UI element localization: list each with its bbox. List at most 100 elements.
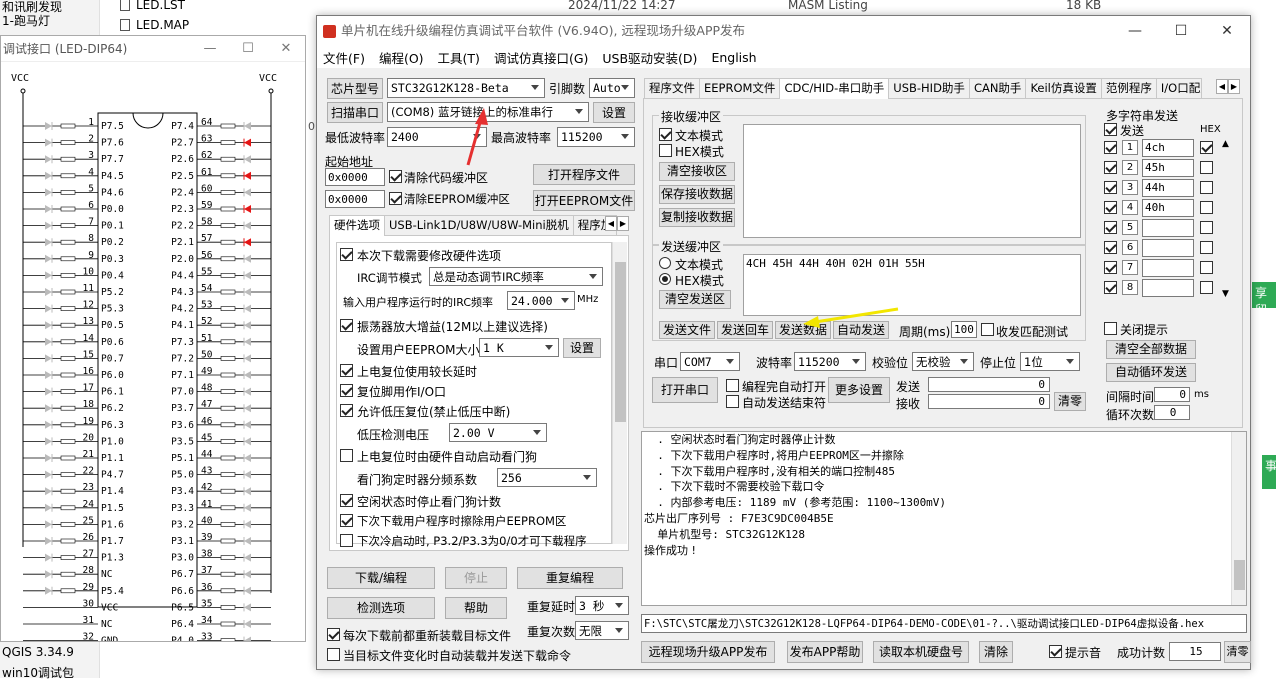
low-voltage-reset-checkbox[interactable] [340,404,353,417]
chip-model-button[interactable]: 芯片型号 [327,78,383,99]
reset-pin-io-checkbox[interactable] [340,384,353,397]
multi-row-input[interactable] [1142,239,1194,257]
sound-checkbox[interactable] [1049,645,1062,658]
tab-program-file[interactable]: 程序文件 [644,78,700,98]
detect-options-button[interactable]: 检测选项 [327,597,435,619]
multi-row-number-button[interactable]: 3 [1122,180,1138,195]
file-row[interactable]: LED.MAP [120,18,189,32]
clear-log-button[interactable]: 清除 [979,641,1013,663]
repeat-count-select[interactable]: 无限 [575,621,629,640]
read-disk-id-button[interactable]: 读取本机硬盘号 [873,641,969,663]
nav-item[interactable]: QGIS 3.34.9 [2,645,74,659]
osc-gain-checkbox[interactable] [340,319,353,332]
multi-row-hex-checkbox[interactable] [1200,261,1213,274]
multi-row-input[interactable] [1142,279,1194,297]
download-program-button[interactable]: 下载/编程 [327,567,435,589]
auto-open-checkbox[interactable] [726,379,739,392]
tab-examples[interactable]: 范例程序 [1100,78,1157,98]
erase-eeprom-checkbox[interactable] [340,514,353,527]
long-reset-delay-checkbox[interactable] [340,364,353,377]
maximize-icon[interactable]: ☐ [229,36,267,62]
tab-io-config[interactable]: I/O口配置 [1155,78,1202,98]
minimize-icon[interactable]: — [1112,16,1158,46]
min-baud-select[interactable]: 2400 [387,127,487,147]
multi-row-send-checkbox[interactable] [1104,141,1117,154]
menu-debug[interactable]: 调试仿真接口(G) [494,48,588,67]
clear-send-button[interactable]: 清空发送区 [659,290,731,309]
multi-row-send-checkbox[interactable] [1104,281,1117,294]
multi-row-send-checkbox[interactable] [1104,261,1117,274]
tab-can[interactable]: CAN助手 [968,78,1027,98]
chevron-down-icon[interactable]: ▼ [1218,289,1233,299]
multi-row-input[interactable]: 4ch [1142,139,1194,157]
recv-hex-mode-checkbox[interactable] [659,144,672,157]
watchdog-prescaler-select[interactable]: 256 [497,468,597,487]
multi-row-send-checkbox[interactable] [1104,181,1117,194]
match-test-checkbox[interactable] [981,323,994,336]
more-settings-button[interactable]: 更多设置 [828,377,890,403]
copy-receive-button[interactable]: 复制接收数据 [659,208,735,227]
send-data-button[interactable]: 发送数据 [775,321,831,339]
clear-code-checkbox[interactable] [389,170,402,183]
right-badge[interactable]: 享留 [1252,282,1276,308]
send-cr-button[interactable]: 发送回车 [717,321,773,339]
multi-row-input[interactable] [1142,259,1194,277]
multi-row-input[interactable]: 40h [1142,199,1194,217]
help-button[interactable]: 帮助 [445,597,507,619]
open-port-button[interactable]: 打开串口 [652,377,718,403]
irc-mode-select[interactable]: 总是动态调节IRC频率 [429,267,603,286]
remote-upgrade-button[interactable]: 远程现场升级APP发布 [641,641,775,663]
chevron-left-icon[interactable]: ◀ [1216,79,1228,94]
loop-count-input[interactable]: 0 [1154,405,1190,420]
period-input[interactable]: 100 [951,321,977,338]
multi-send-scrollbar[interactable]: ▲ ▼ [1218,139,1233,299]
tab-usb-link[interactable]: USB-Link1D/U8W/U8W-Mini脱机 [384,215,574,235]
close-icon[interactable]: ✕ [267,36,305,62]
send-hex-mode-radio[interactable] [659,273,671,285]
log-scrollbar[interactable] [1231,432,1246,605]
multi-row-hex-checkbox[interactable] [1200,281,1213,294]
clear-eeprom-checkbox[interactable] [389,192,402,205]
chevron-right-icon[interactable]: ▶ [617,216,629,231]
menu-file[interactable]: 文件(F) [323,48,365,67]
chip-model-select[interactable]: STC32G12K128-Beta [387,78,545,98]
multi-send-all-checkbox[interactable] [1104,123,1117,136]
clear-success-button[interactable]: 清零 [1224,641,1251,663]
idle-stop-watchdog-checkbox[interactable] [340,494,353,507]
multi-row-hex-checkbox[interactable] [1200,141,1213,154]
multi-row-input[interactable] [1142,219,1194,237]
tab-hardware-options[interactable]: 硬件选项 [329,215,385,236]
nav-item[interactable]: 1-跑马灯 [2,12,50,29]
hw-options-scrollbar[interactable] [612,242,627,544]
irc-freq-select[interactable]: 24.000 [507,291,575,310]
baud-select[interactable]: 115200 [794,352,866,371]
multi-row-hex-checkbox[interactable] [1200,181,1213,194]
lvd-voltage-select[interactable]: 2.00 V [449,423,547,442]
publish-help-button[interactable]: 发布APP帮助 [787,641,863,663]
tab-serial-assistant[interactable]: CDC/HID-串口助手 [779,78,890,99]
clear-counts-button[interactable]: 清零 [1054,392,1086,411]
interval-input[interactable]: 0 [1154,387,1190,402]
repeat-delay-select[interactable]: 3 秒 [575,596,629,615]
chevron-up-icon[interactable]: ▲ [1218,139,1233,149]
cold-start-checkbox[interactable] [340,534,353,547]
reload-file-checkbox[interactable] [327,628,340,641]
auto-send-button[interactable]: 自动发送 [833,321,889,339]
scrollbar-thumb[interactable] [615,262,626,422]
multi-row-input[interactable]: 44h [1142,179,1194,197]
auto-loop-send-button[interactable]: 自动循环发送 [1106,363,1196,382]
scan-port-button[interactable]: 扫描串口 [327,102,383,123]
receive-textarea[interactable] [743,124,1081,238]
auto-watchdog-checkbox[interactable] [340,449,353,462]
code-address-input[interactable]: 0x0000 [325,168,385,186]
tab-usb-hid[interactable]: USB-HID助手 [888,78,970,98]
menu-english[interactable]: English [711,50,756,65]
multi-row-hex-checkbox[interactable] [1200,201,1213,214]
pin-count-select[interactable]: Auto [589,78,635,98]
stop-button[interactable]: 停止 [445,567,507,589]
multi-row-send-checkbox[interactable] [1104,241,1117,254]
file-row[interactable]: LED.LST [120,0,185,12]
auto-load-checkbox[interactable] [327,648,340,661]
chevron-right-icon[interactable]: ▶ [1228,79,1240,94]
multi-row-number-button[interactable]: 4 [1122,200,1138,215]
